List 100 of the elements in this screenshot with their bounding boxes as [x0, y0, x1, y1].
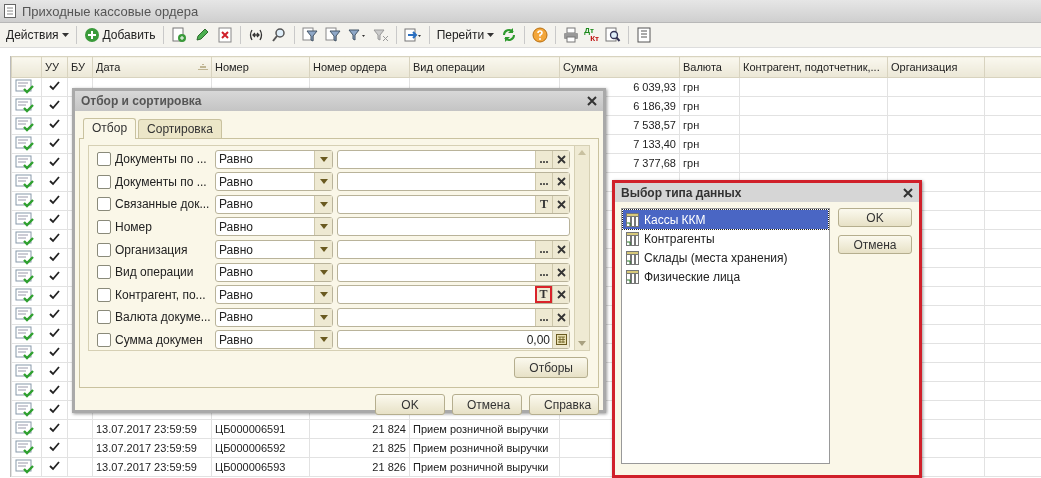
value-field[interactable]: 0,00 [337, 330, 570, 350]
refresh-icon[interactable] [501, 27, 518, 43]
condition-dropdown[interactable]: Равно [215, 262, 333, 282]
column-header[interactable]: Организация [887, 56, 985, 78]
list-item[interactable]: Контрагенты [623, 229, 828, 248]
condition-dropdown[interactable]: Равно [215, 285, 333, 305]
choose-button[interactable]: ... [535, 173, 552, 191]
checkbox[interactable] [97, 197, 111, 212]
clear-button[interactable] [552, 173, 569, 191]
table-cell: грн [679, 153, 740, 173]
column-header[interactable]: Номер ордера [309, 56, 410, 78]
close-icon[interactable] [903, 187, 913, 198]
column-header[interactable]: Номер [211, 56, 310, 78]
value-field[interactable]: ... [337, 172, 570, 192]
list-item[interactable]: Склады (места хранения) [623, 248, 828, 267]
checkbox[interactable] [97, 332, 111, 347]
list-icon[interactable] [636, 27, 653, 43]
tab[interactable]: Отбор [83, 118, 137, 139]
tab[interactable]: Сортировка [138, 119, 222, 138]
condition-dropdown[interactable]: Равно [215, 149, 333, 169]
value-field[interactable]: ... [337, 307, 570, 327]
dialog-button[interactable]: Отмена [838, 235, 912, 254]
check-icon [49, 138, 60, 148]
condition-dropdown[interactable]: Равно [215, 307, 333, 327]
column-header[interactable]: БУ [67, 56, 93, 78]
clear-button[interactable] [552, 241, 569, 259]
column-header[interactable]: Валюта [679, 56, 740, 78]
document-plus-icon[interactable] [170, 27, 187, 43]
dialog-title: Отбор и сортировка [81, 94, 202, 108]
preview-icon[interactable] [605, 27, 622, 43]
condition-dropdown[interactable]: Равно [215, 240, 333, 260]
column-header[interactable]: Дата [92, 56, 212, 78]
list-item[interactable]: Кассы ККМ [623, 210, 828, 229]
document-arrow-icon[interactable] [403, 27, 422, 43]
column-header[interactable]: Вид операции [409, 56, 560, 78]
checkbox[interactable] [97, 287, 111, 302]
filter-icon[interactable] [372, 27, 389, 43]
checkbox[interactable] [97, 265, 111, 280]
filters-button[interactable]: Отборы [514, 357, 588, 378]
close-icon[interactable] [587, 96, 597, 106]
document-icon [4, 4, 16, 18]
clear-button[interactable] [552, 286, 569, 304]
menu-button[interactable]: Действия [4, 25, 71, 45]
dropdown-arrow-icon [319, 247, 328, 253]
clear-button[interactable] [552, 308, 569, 326]
type-button[interactable]: T [535, 195, 552, 213]
column-header[interactable]: Сумма [559, 56, 680, 78]
check-icon [49, 157, 60, 167]
printer-icon[interactable] [563, 27, 580, 43]
checkbox[interactable] [97, 174, 111, 189]
type-button[interactable]: T [535, 286, 552, 304]
debit-credit-button[interactable]: Дт Кт [584, 27, 601, 43]
clear-button[interactable] [552, 195, 569, 213]
table-cell: 21 824 [309, 419, 410, 439]
choose-button[interactable]: ... [535, 150, 552, 168]
dialog-button[interactable]: Справка [529, 394, 599, 415]
search-icon[interactable] [270, 27, 287, 43]
filter-icon[interactable] [301, 27, 318, 43]
condition-dropdown[interactable]: Равно [215, 217, 333, 237]
table-cell: 21 826 [309, 457, 410, 477]
checkbox[interactable] [97, 219, 111, 234]
condition-dropdown[interactable]: Равно [215, 172, 333, 192]
dialog-button[interactable]: OK [375, 394, 445, 415]
delete-icon[interactable] [216, 27, 233, 43]
arrows-icon[interactable] [247, 27, 264, 43]
choose-button[interactable]: ... [535, 263, 552, 281]
checkbox[interactable] [97, 310, 111, 325]
filter-icon[interactable] [347, 27, 366, 43]
clear-button[interactable] [552, 263, 569, 281]
value-field[interactable]: ... [337, 262, 570, 282]
window-title: Приходные кассовые ордера [22, 3, 199, 19]
dialog-button[interactable]: Отмена [452, 394, 522, 415]
column-header[interactable]: УУ [41, 56, 68, 78]
dialog-button[interactable]: OK [838, 208, 912, 227]
table-cell: грн [679, 96, 740, 116]
add-button[interactable]: Добавить [81, 25, 158, 45]
condition-dropdown[interactable]: Равно [215, 194, 333, 214]
dropdown-arrow-icon [319, 201, 328, 207]
help-icon[interactable] [532, 27, 549, 43]
pencil-icon[interactable] [193, 27, 210, 43]
checkbox[interactable] [97, 242, 111, 257]
choose-button[interactable]: ... [535, 308, 552, 326]
check-icon [49, 423, 60, 433]
calculator-button[interactable] [552, 331, 569, 349]
checkbox[interactable] [97, 152, 111, 167]
choose-button[interactable]: ... [535, 241, 552, 259]
value-field[interactable]: T [337, 285, 570, 305]
value-field[interactable] [337, 217, 570, 237]
catalog-icon [626, 212, 639, 227]
menu-button[interactable]: Перейти [434, 25, 497, 45]
clear-button[interactable] [552, 150, 569, 168]
list-item[interactable]: Физические лица [623, 267, 828, 286]
value-field[interactable]: ... [337, 149, 570, 169]
condition-dropdown[interactable]: Равно [215, 330, 333, 350]
filter-icon[interactable] [324, 27, 341, 43]
column-header[interactable]: Контрагент, подотчетник,... [739, 56, 888, 78]
value-field[interactable]: T [337, 194, 570, 214]
value-field[interactable]: ... [337, 240, 570, 260]
check-icon [49, 461, 60, 471]
filter-label: Сумма докумен [115, 332, 204, 347]
